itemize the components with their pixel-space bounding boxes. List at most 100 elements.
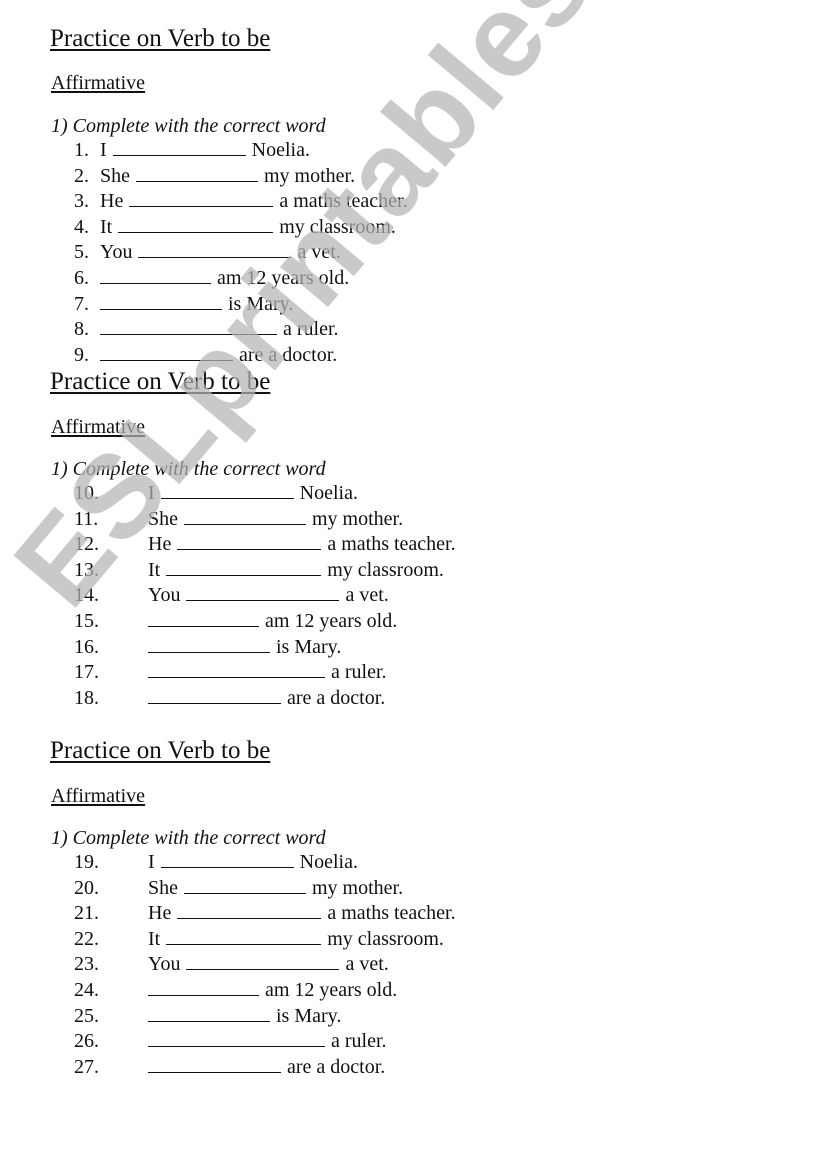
answer-blank[interactable]	[148, 686, 281, 704]
item-complement: Noelia.	[299, 851, 358, 873]
answer-blank[interactable]	[160, 850, 294, 868]
item-complement: my mother.	[312, 507, 404, 530]
item-complement: Noelia.	[299, 482, 358, 504]
item-complement: a maths teacher.	[327, 902, 456, 925]
item-subject: You	[148, 953, 181, 976]
item-complement: my classroom.	[327, 927, 444, 950]
item-number: 26.	[74, 1030, 99, 1053]
item-number: 2.	[74, 164, 89, 187]
item-complement: my mother.	[312, 876, 404, 899]
item-number: 13.	[74, 558, 99, 581]
item-subject: She	[148, 507, 178, 530]
section-subtitle: Affirmative	[51, 416, 146, 438]
answer-blank[interactable]	[148, 1004, 270, 1022]
answer-blank[interactable]	[118, 215, 274, 233]
item-subject: It	[148, 927, 161, 950]
item-number: 20.	[74, 876, 99, 899]
section-title: Practice on Verb to be	[50, 368, 271, 395]
answer-blank[interactable]	[148, 1055, 281, 1073]
section-title: Practice on Verb to be	[50, 25, 271, 52]
item-complement: a vet.	[297, 241, 341, 264]
exercise-instruction: 1) Complete with the correct word	[51, 827, 326, 849]
item-number: 12.	[74, 533, 99, 556]
item-number: 21.	[74, 902, 99, 925]
answer-blank[interactable]	[129, 189, 274, 208]
item-complement: my classroom.	[327, 558, 444, 581]
answer-blank[interactable]	[148, 978, 259, 996]
item-subject: She	[148, 876, 178, 899]
item-complement: my mother.	[264, 164, 356, 187]
answer-blank[interactable]	[100, 343, 233, 361]
item-complement: my classroom.	[279, 215, 396, 238]
item-number: 4.	[74, 215, 89, 238]
item-subject: I	[148, 482, 155, 504]
answer-blank[interactable]	[186, 583, 340, 602]
item-complement: a vet.	[345, 953, 389, 976]
item-number: 9.	[74, 343, 89, 366]
item-number: 22.	[74, 927, 99, 950]
item-number: 1.	[74, 139, 89, 161]
item-subject: He	[148, 902, 172, 925]
item-complement: Noelia.	[251, 139, 310, 161]
item-subject: You	[100, 241, 133, 264]
answer-blank[interactable]	[136, 164, 258, 182]
exercise-instruction: 1) Complete with the correct word	[51, 115, 326, 137]
item-complement: a vet.	[345, 584, 389, 607]
answer-blank[interactable]	[100, 317, 277, 336]
exercise-instruction: 1) Complete with the correct word	[51, 458, 326, 480]
item-number: 27.	[74, 1055, 99, 1078]
item-number: 8.	[74, 318, 89, 341]
answer-blank[interactable]	[148, 635, 270, 653]
item-number: 3.	[74, 190, 89, 213]
item-complement: a ruler.	[331, 661, 387, 684]
item-number: 17.	[74, 661, 99, 684]
answer-blank[interactable]	[148, 1029, 325, 1048]
item-complement: are a doctor.	[287, 686, 386, 709]
answer-blank[interactable]	[100, 292, 222, 310]
answer-blank[interactable]	[112, 138, 246, 156]
item-number: 15.	[74, 609, 99, 632]
answer-blank[interactable]	[177, 901, 322, 920]
answer-blank[interactable]	[186, 952, 340, 971]
item-number: 11.	[74, 507, 99, 530]
answer-blank[interactable]	[148, 660, 325, 679]
item-subject: It	[100, 215, 113, 238]
item-complement: am 12 years old.	[217, 266, 350, 289]
item-number: 18.	[74, 686, 99, 709]
answer-blank[interactable]	[100, 266, 211, 284]
answer-blank[interactable]	[160, 481, 294, 499]
item-number: 5.	[74, 241, 89, 264]
section-title: Practice on Verb to be	[50, 737, 271, 764]
item-complement: is Mary.	[228, 292, 294, 315]
answer-blank[interactable]	[177, 532, 322, 551]
item-number: 25.	[74, 1004, 99, 1027]
item-subject: I	[100, 139, 107, 161]
item-complement: am 12 years old.	[265, 978, 398, 1001]
item-number: 7.	[74, 292, 89, 315]
answer-blank[interactable]	[138, 240, 292, 259]
item-subject: He	[100, 190, 124, 213]
item-complement: are a doctor.	[287, 1055, 386, 1078]
item-number: 10.	[74, 482, 99, 504]
item-complement: a maths teacher.	[279, 190, 408, 213]
item-complement: a maths teacher.	[327, 533, 456, 556]
item-number: 23.	[74, 953, 99, 976]
item-subject: He	[148, 533, 172, 556]
item-number: 6.	[74, 266, 89, 289]
item-subject: You	[148, 584, 181, 607]
item-complement: a ruler.	[331, 1030, 387, 1053]
item-number: 24.	[74, 978, 99, 1001]
answer-blank[interactable]	[166, 558, 322, 576]
answer-blank[interactable]	[184, 876, 306, 894]
section-subtitle: Affirmative	[51, 72, 146, 94]
item-number: 14.	[74, 584, 99, 607]
item-complement: is Mary.	[276, 635, 342, 658]
item-number: 19.	[74, 851, 99, 873]
item-complement: are a doctor.	[239, 343, 338, 366]
answer-blank[interactable]	[148, 609, 259, 627]
item-complement: am 12 years old.	[265, 609, 398, 632]
item-number: 16.	[74, 635, 99, 658]
answer-blank[interactable]	[184, 507, 306, 525]
section-subtitle: Affirmative	[51, 785, 146, 807]
answer-blank[interactable]	[166, 927, 322, 945]
